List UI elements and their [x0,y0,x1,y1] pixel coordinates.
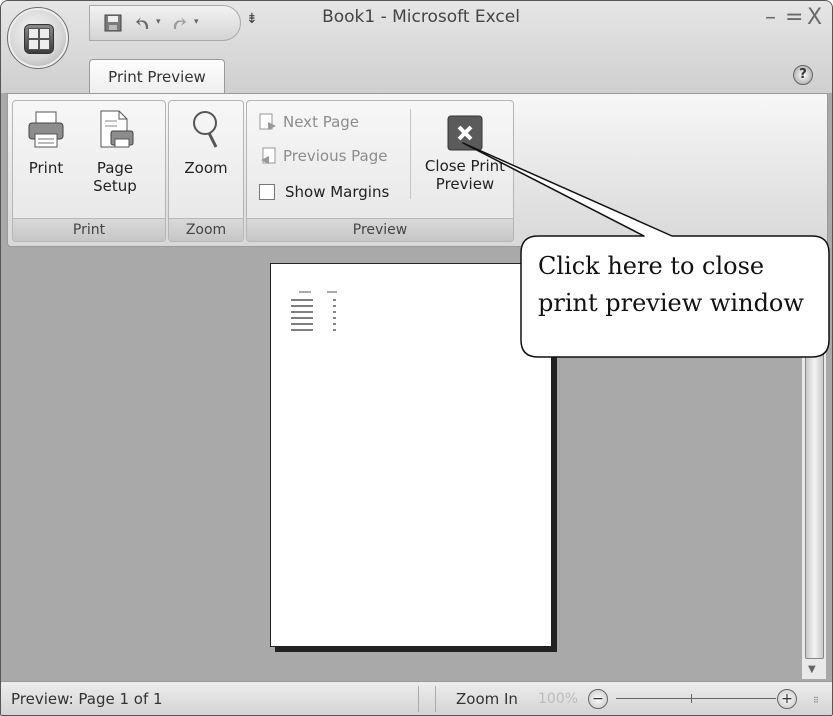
show-margins-checkbox-box[interactable] [259,184,275,200]
maximize-button[interactable]: = [785,5,803,30]
show-margins-label: Show Margins [285,183,390,201]
office-button[interactable] [7,7,69,69]
zoom-in-icon[interactable]: + [777,689,797,709]
page-setup-label-1: Page [96,159,134,177]
zoom-in-toggle[interactable]: Zoom In [456,690,518,708]
status-separator [435,686,436,712]
preview-group: Next Page Previous Page Show Margins Clo… [246,100,514,242]
print-label: Print [28,159,64,177]
preview-separator [410,109,411,199]
page-setup-label-2: Setup [93,177,137,195]
zoom-group-label: Zoom [169,218,243,241]
previous-page-label: Previous Page [283,147,388,165]
status-bar: Preview: Page 1 of 1 Zoom In 100% − + ⠿ [1,681,832,715]
status-separator [418,686,419,712]
quick-access-toolbar: ▾ ▾ [89,5,241,41]
close-print-label-1: Close Print [424,157,506,175]
status-page-text: Preview: Page 1 of 1 [11,690,163,708]
show-margins-checkbox[interactable]: Show Margins [259,183,389,201]
undo-dropdown-icon[interactable]: ▾ [156,17,161,27]
close-print-label-2: Preview [435,175,495,193]
next-page-label: Next Page [283,113,360,131]
title-bar: ▾ ▾ ⇟ Book1 - Microsoft Excel – = X Prin… [1,1,832,94]
excel-window: ▾ ▾ ⇟ Book1 - Microsoft Excel – = X Prin… [0,0,833,716]
zoom-label: Zoom [184,159,228,177]
zoom-out-icon[interactable]: − [588,689,608,709]
save-icon[interactable] [104,14,122,32]
sheet-preview-content [289,288,369,350]
tab-print-preview[interactable]: Print Preview [89,59,225,94]
next-page-icon [259,113,276,130]
callout-line-2: print preview window [538,289,804,317]
preview-page[interactable] [270,263,552,647]
redo-dropdown-icon[interactable]: ▾ [194,17,199,27]
print-button[interactable]: Print [19,109,73,177]
callout-line-1: Click here to close [538,252,765,280]
preview-group-label: Preview [247,218,513,241]
window-title: Book1 - Microsoft Excel [322,7,520,27]
undo-icon[interactable] [134,14,152,32]
office-logo-icon [24,24,54,54]
print-group: Print Page Setup Print [12,100,166,242]
close-preview-icon [447,115,483,151]
callout-text: Click here to close print preview window [538,248,828,322]
print-group-label: Print [13,218,165,241]
magnifier-icon [177,109,235,153]
zoom-slider[interactable] [616,698,776,699]
next-page-button[interactable]: Next Page [259,113,359,131]
redo-icon[interactable] [170,14,188,32]
zoom-group: Zoom Zoom [168,100,244,242]
customize-arrow-icon[interactable]: ⇟ [246,11,258,27]
help-icon[interactable]: ? [793,65,813,85]
scroll-down-icon[interactable]: ▼ [808,664,816,675]
printer-icon [19,109,73,153]
page-setup-button[interactable]: Page Setup [83,109,147,195]
zoom-button[interactable]: Zoom [177,109,235,177]
close-window-button[interactable]: X [807,5,822,30]
close-print-preview-button[interactable]: Close Print Preview [423,109,507,193]
zoom-slider-tick [691,694,692,703]
previous-page-icon [261,147,276,164]
minimize-button[interactable]: – [765,5,776,30]
resize-grip-icon[interactable]: ⠿ [813,696,827,710]
page-setup-icon [83,109,147,153]
previous-page-button[interactable]: Previous Page [259,147,387,165]
zoom-percent[interactable]: 100% [538,691,578,707]
ribbon: Print Page Setup Print Zoom Zoom Next Pa… [7,93,828,247]
